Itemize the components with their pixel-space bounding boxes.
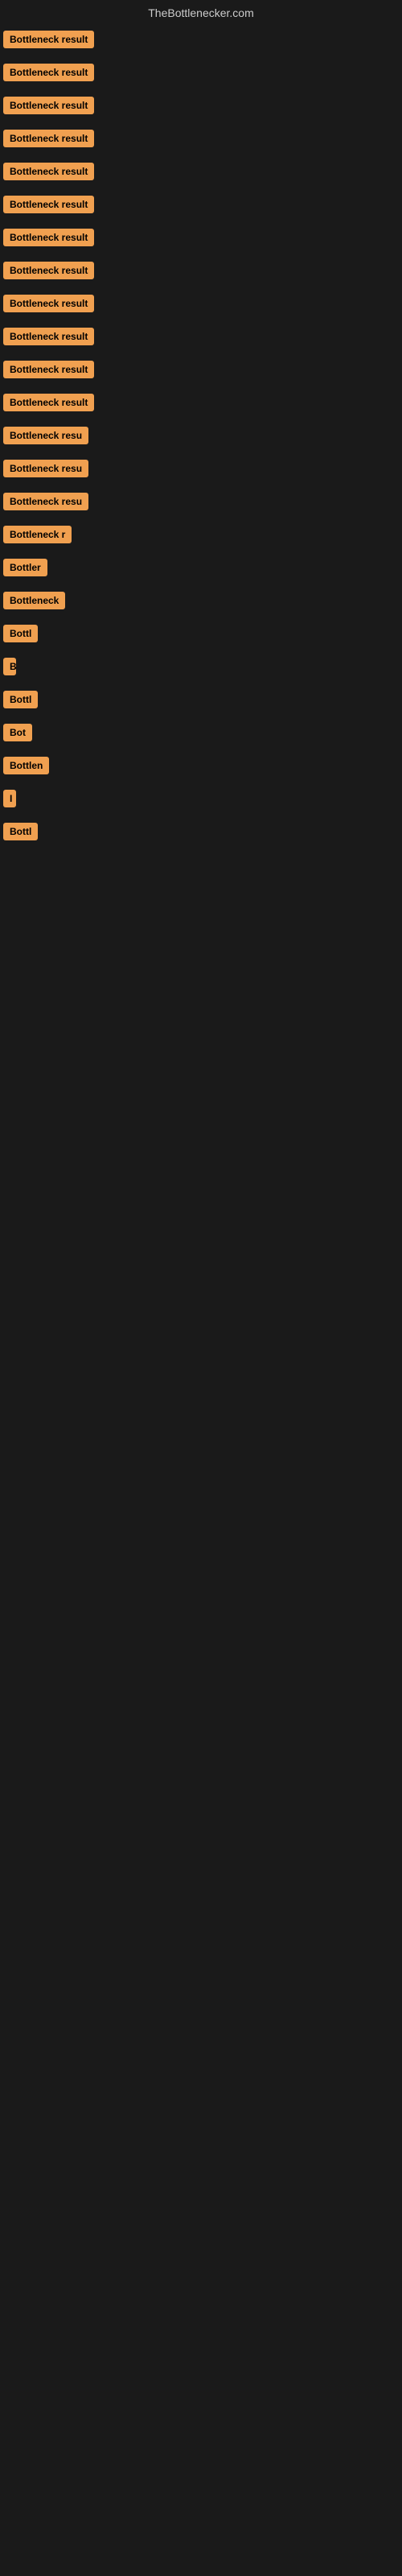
result-row: Bottleneck resu <box>0 423 402 452</box>
result-row: Bottleneck result <box>0 192 402 221</box>
bottleneck-result-badge[interactable]: Bottler <box>3 559 47 576</box>
bottleneck-result-badge[interactable]: B <box>3 658 16 675</box>
results-container: Bottleneck result Bottleneck result Bottle… <box>0 27 402 848</box>
bottleneck-result-badge[interactable]: Bottleneck result <box>3 97 94 114</box>
result-row: Bottl <box>0 621 402 650</box>
result-row: Bottl <box>0 819 402 848</box>
bottleneck-result-badge[interactable]: Bottleneck result <box>3 130 94 147</box>
bottleneck-result-badge[interactable]: Bottleneck resu <box>3 460 88 477</box>
result-row: Bottleneck resu <box>0 489 402 518</box>
result-row: Bottleneck result <box>0 126 402 155</box>
result-row: Bottleneck result <box>0 390 402 419</box>
result-row: Bottleneck result <box>0 291 402 320</box>
result-row: Bottl <box>0 687 402 716</box>
bottleneck-result-badge[interactable]: Bottleneck result <box>3 328 94 345</box>
bottleneck-result-badge[interactable]: Bottleneck result <box>3 196 94 213</box>
result-row: I <box>0 786 402 815</box>
bottleneck-result-badge[interactable]: Bottleneck result <box>3 262 94 279</box>
result-row: Bottleneck result <box>0 225 402 254</box>
bottleneck-result-badge[interactable]: Bottleneck resu <box>3 427 88 444</box>
bottleneck-result-badge[interactable]: Bot <box>3 724 32 741</box>
bottleneck-result-badge[interactable]: Bottleneck result <box>3 64 94 81</box>
result-row: Bottleneck <box>0 588 402 617</box>
bottleneck-result-badge[interactable]: I <box>3 790 16 807</box>
result-row: Bottleneck result <box>0 60 402 89</box>
bottleneck-result-badge[interactable]: Bottleneck result <box>3 394 94 411</box>
result-row: Bottlen <box>0 753 402 782</box>
result-row: Bottleneck result <box>0 258 402 287</box>
bottleneck-result-badge[interactable]: Bottleneck <box>3 592 65 609</box>
result-row: Bottleneck r <box>0 522 402 551</box>
result-row: Bottleneck result <box>0 159 402 188</box>
site-title: TheBottlenecker.com <box>148 6 254 19</box>
bottleneck-result-badge[interactable]: Bottleneck result <box>3 361 94 378</box>
result-row: Bottleneck result <box>0 27 402 56</box>
result-row: Bottleneck result <box>0 93 402 122</box>
bottleneck-result-badge[interactable]: Bottlen <box>3 757 49 774</box>
bottleneck-result-badge[interactable]: Bottleneck result <box>3 163 94 180</box>
bottleneck-result-badge[interactable]: Bottleneck result <box>3 229 94 246</box>
site-header: TheBottlenecker.com <box>0 0 402 23</box>
bottleneck-result-badge[interactable]: Bottleneck resu <box>3 493 88 510</box>
result-row: Bottleneck result <box>0 324 402 353</box>
bottleneck-result-badge[interactable]: Bottleneck result <box>3 295 94 312</box>
result-row: Bot <box>0 720 402 749</box>
bottleneck-result-badge[interactable]: Bottl <box>3 625 38 642</box>
bottleneck-result-badge[interactable]: Bottl <box>3 691 38 708</box>
result-row: Bottleneck resu <box>0 456 402 485</box>
result-row: B <box>0 654 402 683</box>
bottleneck-result-badge[interactable]: Bottl <box>3 823 38 840</box>
result-row: Bottleneck result <box>0 357 402 386</box>
bottleneck-result-badge[interactable]: Bottleneck result <box>3 31 94 48</box>
result-row: Bottler <box>0 555 402 584</box>
bottleneck-result-badge[interactable]: Bottleneck r <box>3 526 72 543</box>
